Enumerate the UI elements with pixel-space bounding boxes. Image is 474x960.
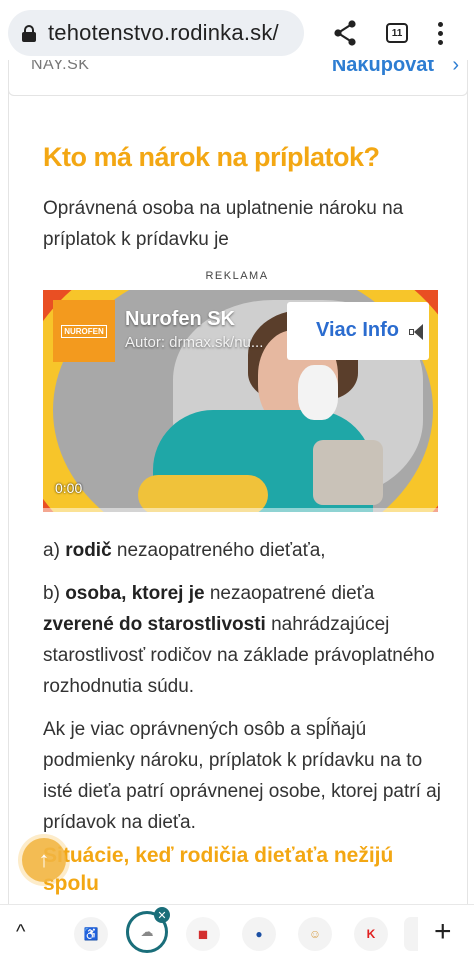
more-info-button[interactable]: Viac Info — [287, 302, 429, 360]
video-progress-bar[interactable] — [43, 508, 438, 512]
bottom-tab-bar: ^ ♿ ☁ ✕ ◼ ● ☺ K + — [0, 904, 474, 960]
address-bar[interactable]: tehotenstvo.rodinka.sk/ — [8, 10, 304, 56]
more-info-label: Viac Info — [316, 319, 399, 341]
tab-favicon-3[interactable]: ◼ — [186, 917, 220, 951]
video-time: 0:00 — [55, 480, 83, 496]
tab-favicon-7[interactable] — [404, 917, 418, 951]
share-icon[interactable] — [330, 16, 360, 50]
scroll-top-button[interactable]: ↑ — [22, 838, 66, 882]
list-item-a: a) rodič nezaopatreného dieťaťa, — [43, 540, 326, 561]
close-tab-icon[interactable]: ✕ — [154, 907, 170, 923]
ad-label: REKLAMA — [205, 270, 269, 282]
arrow-up-icon: ↑ — [38, 847, 50, 872]
shop-name: NAY.SK — [31, 60, 90, 73]
chevron-up-icon[interactable]: ^ — [16, 921, 25, 944]
new-tab-button[interactable]: + — [434, 915, 452, 949]
tabs-icon[interactable]: 11 — [384, 16, 410, 50]
shop-link[interactable]: Nakupovať — [332, 60, 437, 77]
browser-toolbar: tehotenstvo.rodinka.sk/ 11 — [0, 0, 474, 66]
section-heading: Kto má nárok na príplatok? — [43, 142, 380, 172]
partial-shop-row[interactable]: NAY.SK Nakupovať › — [8, 60, 468, 96]
video-ad[interactable]: NUROFEN Nurofen SK Autor: drmax.sk/nu...… — [43, 290, 438, 512]
video-title[interactable]: Nurofen SK — [125, 308, 235, 331]
tab-count: 11 — [386, 23, 408, 43]
tab-favicon-5[interactable]: ☺ — [298, 917, 332, 951]
speaker-icon[interactable] — [409, 324, 425, 340]
intro-paragraph: Oprávnená osoba na uplatnenie nároku na … — [43, 198, 404, 250]
menu-icon[interactable] — [430, 16, 450, 50]
tab-favicon-4[interactable]: ● — [242, 917, 276, 951]
tab-favicon-1[interactable]: ♿ — [74, 917, 108, 951]
chevron-right-icon: › — [452, 60, 459, 76]
list-item-b: b) osoba, ktorej je nezaopatrené dieťa z… — [43, 583, 435, 697]
paragraph-more-persons: Ak je viac oprávnených osôb a spĺňajú po… — [43, 719, 441, 833]
video-author[interactable]: Autor: drmax.sk/nu... — [125, 334, 263, 351]
tab-favicon-6[interactable]: K — [354, 917, 388, 951]
url-text[interactable]: tehotenstvo.rodinka.sk/ — [48, 20, 279, 46]
subheading: Situácie, keď rodičia dieťaťa nežijú spo… — [43, 844, 394, 895]
nurofen-logo: NUROFEN — [53, 300, 115, 362]
lock-icon — [22, 25, 36, 42]
